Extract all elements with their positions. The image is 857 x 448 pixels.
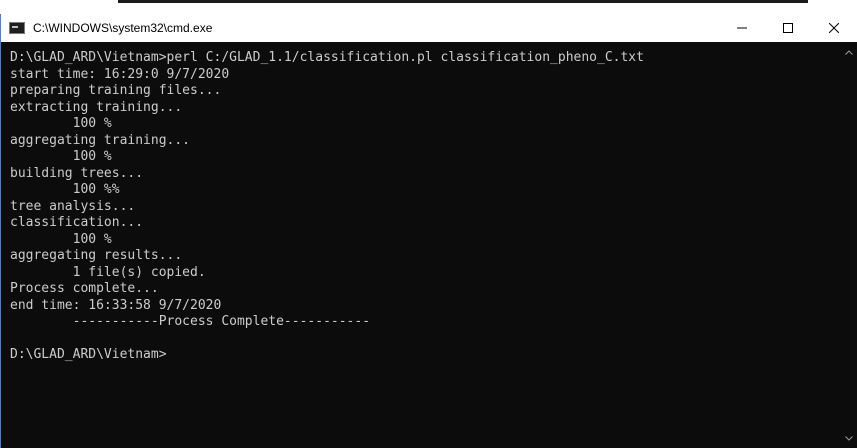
background-window-edge (118, 0, 808, 3)
console-prompt[interactable]: D:\GLAD_ARD\Vietnam> (10, 347, 842, 364)
background-strip (0, 0, 857, 14)
console-line: 1 file(s) copied. (10, 264, 206, 280)
console-line: D:\GLAD_ARD\Vietnam>perl C:/GLAD_1.1/cla… (10, 50, 644, 65)
cmd-window: C:\WINDOWS\system32\cmd.exe D:\GLAD_ARD\… (0, 14, 857, 448)
chevron-down-icon (845, 435, 853, 441)
vertical-scrollbar[interactable] (841, 42, 857, 448)
chevron-up-icon (845, 49, 853, 55)
console-line: 100 % (10, 116, 112, 131)
window-title: C:\WINDOWS\system32\cmd.exe (33, 21, 213, 35)
console-line: extracting training... (10, 99, 183, 115)
minimize-icon (737, 27, 747, 29)
console-output[interactable]: D:\GLAD_ARD\Vietnam>perl C:/GLAD_1.1/cla… (1, 42, 842, 448)
window-controls (719, 14, 857, 42)
console-line: aggregating results... (10, 248, 183, 263)
minimize-button[interactable] (719, 14, 765, 42)
console-line: end time: 16:33:58 9/7/2020 (10, 297, 222, 313)
console-line: aggregating training... (10, 132, 191, 148)
maximize-icon (783, 23, 793, 33)
scroll-up-button[interactable] (841, 44, 857, 60)
console-line: tree analysis... (10, 198, 136, 214)
console-line: -----------Process Complete----------- (10, 314, 371, 329)
console-line: building trees... (10, 165, 144, 181)
scroll-down-button[interactable] (841, 430, 857, 446)
cmd-icon[interactable] (9, 22, 25, 34)
close-button[interactable] (811, 14, 857, 42)
maximize-button[interactable] (765, 14, 811, 42)
console-line: Process complete... (10, 281, 159, 296)
title-bar[interactable]: C:\WINDOWS\system32\cmd.exe (1, 14, 857, 42)
console-line: 100 % (10, 231, 112, 247)
console-line: start time: 16:29:0 9/7/2020 (10, 66, 230, 82)
console-line: classification... (10, 215, 144, 230)
console-line: preparing training files... (10, 83, 222, 98)
console-line: 100 % (10, 149, 112, 164)
console-line: 100 %% (10, 182, 120, 197)
close-icon (829, 23, 839, 33)
